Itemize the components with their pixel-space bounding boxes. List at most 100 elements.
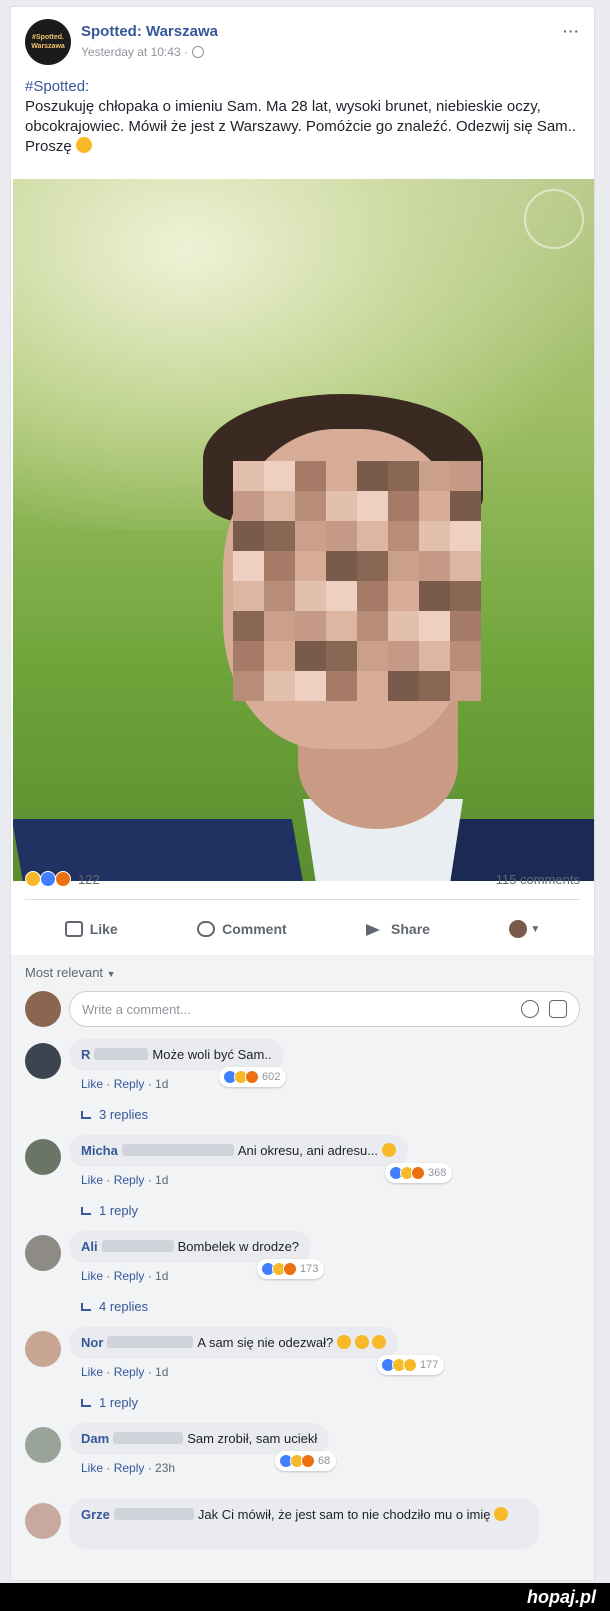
reaction-summary[interactable]: 122 <box>25 871 100 887</box>
face-pixel <box>419 521 450 551</box>
reply-arrow-icon <box>81 1398 91 1407</box>
face-pixel <box>264 671 295 701</box>
redacted-name <box>94 1048 149 1060</box>
face-pixel <box>450 611 481 641</box>
wow-reaction-icon <box>403 1358 417 1372</box>
face-pixel <box>295 491 326 521</box>
thinking-emoji-icon <box>372 1335 387 1349</box>
comment-age: 1d <box>155 1077 169 1091</box>
face-pixel <box>295 551 326 581</box>
write-comment-row: Write a comment... <box>25 989 580 1029</box>
face-pixel <box>295 521 326 551</box>
angry-reaction-icon <box>55 871 71 887</box>
reaction-count: 368 <box>428 1167 447 1179</box>
comment-reactions[interactable]: 368 <box>385 1163 453 1183</box>
post-timestamp[interactable]: Yesterday at 10:43 · <box>81 45 204 59</box>
audience-selector[interactable]: ▼ <box>509 920 540 938</box>
comment-reactions[interactable]: 602 <box>219 1067 287 1087</box>
emoji-icon[interactable] <box>521 1000 539 1018</box>
comment-bubble: Grze Jak Ci mówił, że jest sam to nie cho… <box>69 1499 539 1549</box>
share-label: Share <box>391 921 430 937</box>
face-pixel <box>450 581 481 611</box>
pixelated-face <box>233 461 481 701</box>
comment-text: Bombelek w drodze? <box>177 1239 300 1254</box>
sticker-icon[interactable] <box>549 1000 567 1018</box>
share-icon <box>366 921 384 937</box>
like-button[interactable]: Like <box>64 921 118 937</box>
comment-reply-link[interactable]: Reply <box>114 1269 145 1283</box>
view-replies-link[interactable]: 4 replies <box>81 1299 148 1314</box>
comment-like-link[interactable]: Like <box>81 1077 103 1091</box>
face-pixel <box>357 611 388 641</box>
share-button[interactable]: Share <box>366 921 430 937</box>
commenter-name[interactable]: Ali <box>81 1239 98 1254</box>
view-replies-link[interactable]: 1 reply <box>81 1203 138 1218</box>
comment-reply-link[interactable]: Reply <box>114 1461 145 1475</box>
face-pixel <box>264 551 295 581</box>
face-pixel <box>357 461 388 491</box>
comments-count-link[interactable]: 115 comments <box>496 872 580 887</box>
comment-like-link[interactable]: Like <box>81 1461 103 1475</box>
comment-reply-link[interactable]: Reply <box>114 1365 145 1379</box>
face-pixel <box>326 611 357 641</box>
face-pixel <box>264 641 295 671</box>
face-pixel <box>295 611 326 641</box>
commenter-avatar[interactable] <box>25 1139 61 1175</box>
replies-label: 1 reply <box>99 1203 139 1218</box>
comment-meta: Like · Reply · 1d <box>81 1269 169 1283</box>
reaction-count: 173 <box>300 1263 319 1275</box>
action-bar: Like Comment Share ▼ <box>25 907 580 951</box>
redacted-name <box>113 1508 194 1520</box>
face-pixel <box>450 641 481 671</box>
commenter-name[interactable]: Dam <box>81 1431 109 1446</box>
reaction-count: 122 <box>78 871 100 887</box>
commenter-avatar[interactable] <box>25 1043 61 1079</box>
face-pixel <box>388 671 419 701</box>
comment-like-link[interactable]: Like <box>81 1173 103 1187</box>
post-text: #Spotted: Poszukuję chłopaka o imieniu S… <box>25 77 580 157</box>
redacted-name <box>121 1144 234 1156</box>
face-pixel <box>419 461 450 491</box>
comment-age: 1d <box>155 1173 169 1187</box>
commenter-name[interactable]: Micha <box>81 1143 118 1158</box>
hashtag-link[interactable]: #Spotted: <box>25 77 580 97</box>
filter-label: Most relevant <box>25 965 104 980</box>
face-pixel <box>357 551 388 581</box>
comment-button[interactable]: Comment <box>197 921 287 937</box>
comment-input[interactable]: Write a comment... <box>69 991 580 1027</box>
view-replies-link[interactable]: 3 replies <box>81 1107 148 1122</box>
comment-meta: Like · Reply · 23h <box>81 1461 176 1475</box>
commenter-avatar[interactable] <box>25 1235 61 1271</box>
page-avatar[interactable]: #Spotted. Warszawa <box>25 19 71 65</box>
comment-reactions[interactable]: 177 <box>377 1355 445 1375</box>
commenter-avatar[interactable] <box>25 1503 61 1539</box>
flushed-emoji-icon <box>381 1143 396 1157</box>
comment-like-link[interactable]: Like <box>81 1269 103 1283</box>
face-pixel <box>357 521 388 551</box>
face-pixel <box>357 671 388 701</box>
commenter-avatar[interactable] <box>25 1427 61 1463</box>
watermark: hopaj.pl <box>527 1587 596 1607</box>
commenter-avatar[interactable] <box>25 1331 61 1367</box>
commenter-name[interactable]: R <box>81 1047 90 1062</box>
commenter-name[interactable]: Grze <box>81 1507 110 1522</box>
commenter-name[interactable]: Nor <box>81 1335 103 1350</box>
face-pixel <box>450 551 481 581</box>
post-body: Poszukuję chłopaka o imieniu Sam. Ma 28 … <box>25 98 577 155</box>
comment-reply-link[interactable]: Reply <box>114 1173 145 1187</box>
globe-icon <box>191 46 204 58</box>
view-replies-link[interactable]: 1 reply <box>81 1395 138 1410</box>
comment-reply-link[interactable]: Reply <box>114 1077 145 1091</box>
comment-filter[interactable]: Most relevant ▼ <box>25 965 116 980</box>
face-pixel <box>326 461 357 491</box>
page-name-link[interactable]: Spotted: Warszawa <box>81 23 218 40</box>
face-pixel <box>326 581 357 611</box>
face-pixel <box>326 641 357 671</box>
more-options-icon[interactable]: ··· <box>563 23 580 39</box>
face-pixel <box>419 671 450 701</box>
comment-reactions[interactable]: 173 <box>257 1259 325 1279</box>
comment-like-link[interactable]: Like <box>81 1365 103 1379</box>
haha-reaction-icon <box>25 871 41 887</box>
post-photo[interactable] <box>13 179 594 881</box>
comment-reactions[interactable]: 68 <box>275 1451 337 1471</box>
